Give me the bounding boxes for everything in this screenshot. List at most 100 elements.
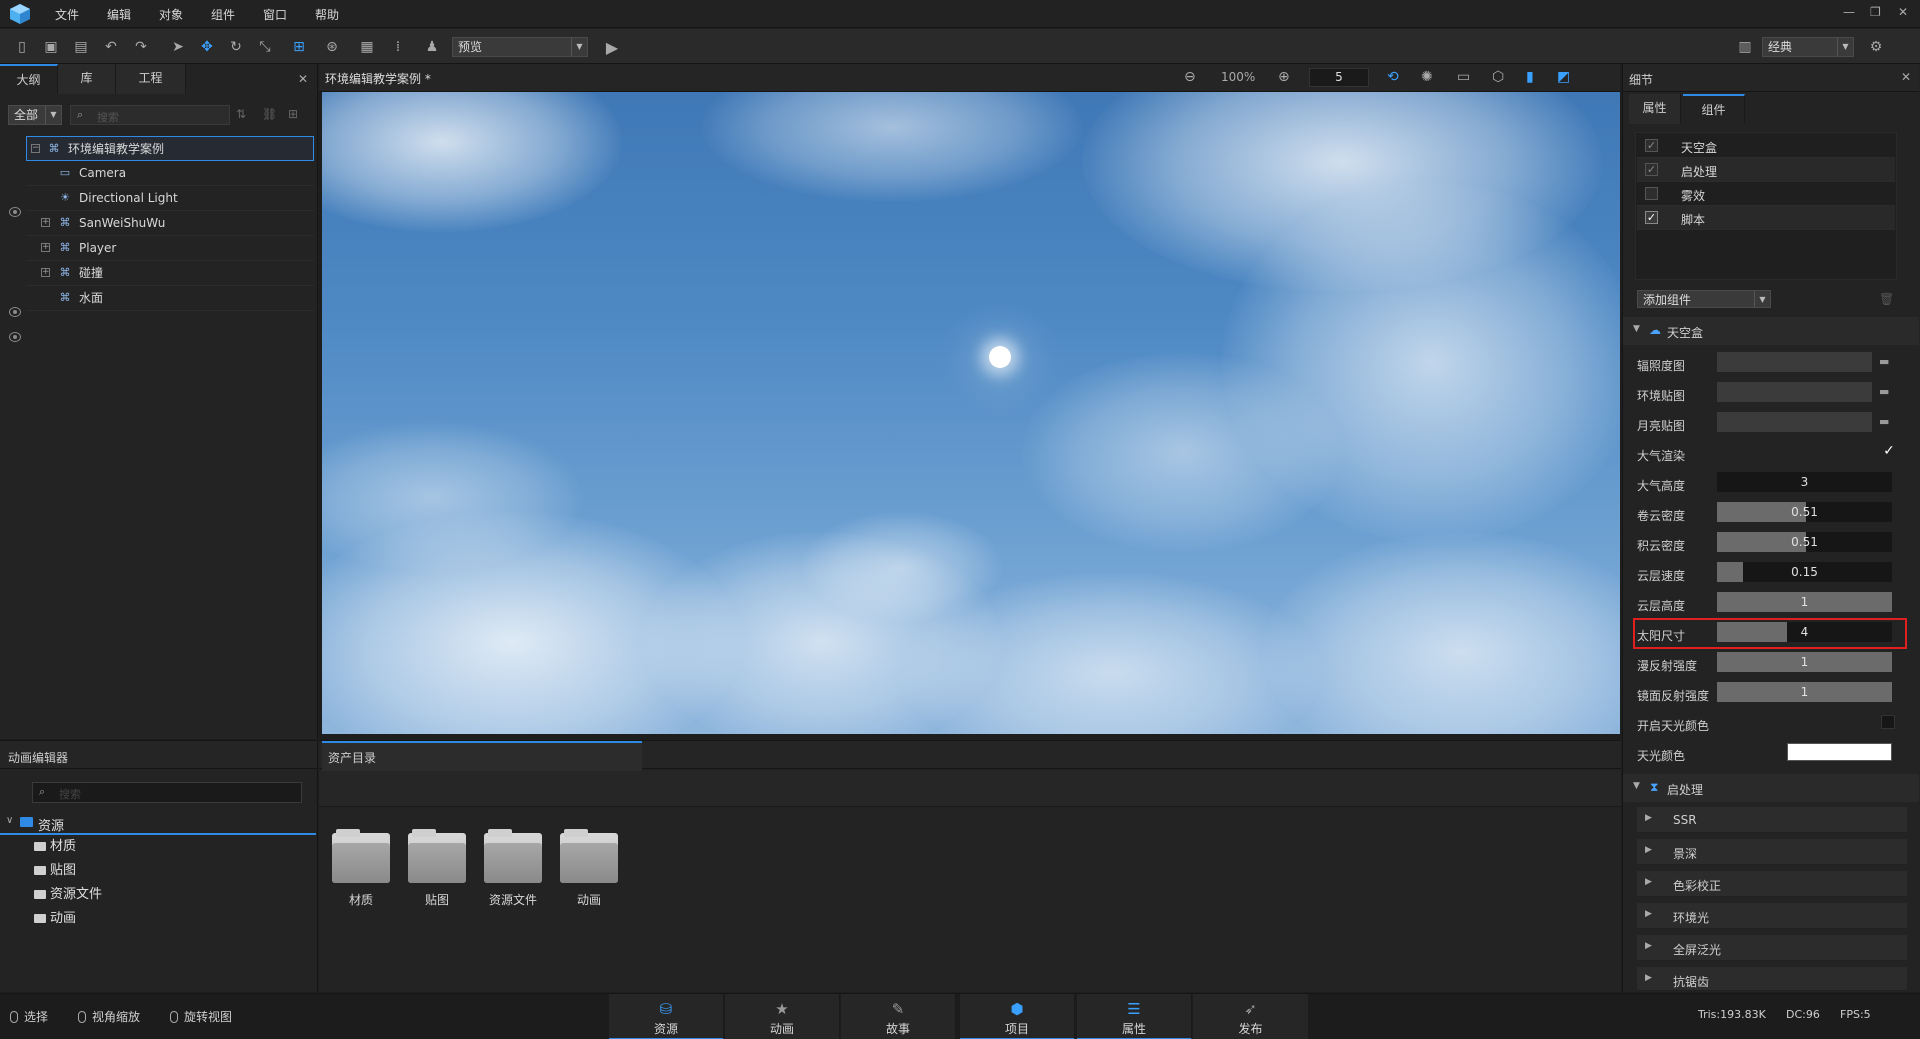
tree-node-root[interactable]: − ⌘ 环境编辑教学案例: [26, 136, 314, 161]
texture-slot[interactable]: [1717, 382, 1872, 402]
slider-field[interactable]: 1: [1717, 592, 1892, 612]
color-swatch[interactable]: [1787, 743, 1892, 761]
collapse-icon[interactable]: −: [31, 144, 40, 153]
visibility-eye-icon[interactable]: [9, 307, 21, 317]
tree-node-camera[interactable]: ▭ Camera: [26, 161, 314, 186]
zoom-in-icon[interactable]: ⊕: [1278, 69, 1290, 85]
asset-tree-item[interactable]: 贴图: [34, 859, 76, 883]
post-item-color-correction[interactable]: ▶ 色彩校正: [1637, 871, 1907, 897]
checkbox-icon[interactable]: [1881, 715, 1895, 729]
asset-folder[interactable]: 贴图: [407, 829, 467, 908]
section-skybox-header[interactable]: ▼ ☁ 天空盒: [1623, 317, 1919, 345]
menu-component[interactable]: 组件: [211, 6, 235, 23]
module-tab-publish[interactable]: ➶ 发布: [1193, 994, 1308, 1039]
tab-properties[interactable]: 属性: [1629, 94, 1681, 124]
module-tab-resources[interactable]: ⛁ 资源: [609, 994, 724, 1039]
redo-icon[interactable]: ↷: [131, 37, 151, 57]
folder-icon[interactable]: ▬: [1879, 355, 1889, 368]
component-row-post[interactable]: ✓ 启处理: [1637, 158, 1895, 182]
close-panel-icon[interactable]: ✕: [1901, 70, 1911, 84]
sort-icon[interactable]: ⇅: [236, 107, 246, 121]
visibility-eye-icon[interactable]: [9, 207, 21, 217]
folder-icon[interactable]: ▬: [1879, 385, 1889, 398]
link-icon[interactable]: ⛓: [262, 107, 277, 121]
undo-icon[interactable]: ↶: [101, 37, 121, 57]
visibility-eye-icon[interactable]: [9, 332, 21, 342]
layout-icon[interactable]: ▥: [1735, 37, 1755, 57]
settings-icon[interactable]: ⚙: [1866, 37, 1886, 57]
add-node-icon[interactable]: ⊞: [288, 107, 298, 121]
component-row-fog[interactable]: 雾效: [1637, 182, 1895, 206]
texture-slot[interactable]: [1717, 412, 1872, 432]
layout-select[interactable]: 经典 ▼: [1762, 37, 1854, 57]
outline-filter-select[interactable]: 全部 ▼: [8, 105, 62, 125]
post-item-bloom[interactable]: ▶ 全屏泛光: [1637, 935, 1907, 961]
cube-view-icon[interactable]: ⬡: [1492, 69, 1504, 85]
perspective-icon[interactable]: ▮: [1526, 69, 1534, 85]
slider-field[interactable]: 1: [1717, 682, 1892, 702]
gizmo-icon[interactable]: ⟲: [1387, 69, 1399, 85]
menu-edit[interactable]: 编辑: [107, 6, 131, 23]
module-tab-project[interactable]: ⬢ 项目: [960, 994, 1075, 1039]
snap-tool-icon[interactable]: ⊞: [289, 37, 309, 57]
save-icon[interactable]: ▣: [41, 37, 61, 57]
zoom-out-icon[interactable]: ⊖: [1184, 69, 1196, 85]
checkbox-icon[interactable]: ✓: [1645, 163, 1658, 176]
tab-components[interactable]: 组件: [1683, 94, 1745, 124]
post-item-ssr[interactable]: ▶ SSR: [1637, 807, 1907, 833]
delete-icon[interactable]: 🗑: [1879, 292, 1894, 306]
asset-folder[interactable]: 资源文件: [483, 829, 543, 908]
tab-asset-directory[interactable]: 资产目录: [322, 741, 642, 771]
camera-speed-field[interactable]: 5: [1309, 68, 1369, 87]
menu-help[interactable]: 帮助: [315, 6, 339, 23]
effects-icon[interactable]: ✺: [1421, 69, 1433, 85]
outline-search-box[interactable]: ⌕ 搜索: [70, 105, 230, 125]
close-panel-icon[interactable]: ✕: [298, 72, 308, 86]
slider-field[interactable]: 0.15: [1717, 562, 1892, 582]
module-tab-properties[interactable]: ☰ 属性: [1077, 994, 1192, 1039]
asset-tree-root[interactable]: ∨ 资源: [0, 811, 316, 835]
checkbox-icon[interactable]: ✓: [1645, 211, 1658, 224]
module-tab-animation[interactable]: ★ 动画: [725, 994, 840, 1039]
post-item-dof[interactable]: ▶ 景深: [1637, 839, 1907, 865]
minimize-icon[interactable]: —: [1843, 5, 1855, 19]
render-mode-icon[interactable]: ◩: [1557, 69, 1570, 85]
player-icon[interactable]: ♟: [422, 37, 442, 57]
tree-node-water[interactable]: ⌘ 水面: [26, 286, 314, 311]
checkbox-checked-icon[interactable]: ✓: [1881, 443, 1897, 459]
anim-search-box[interactable]: ⌕ 搜索: [32, 782, 302, 803]
new-file-icon[interactable]: ▯: [12, 37, 32, 57]
component-row-script[interactable]: ✓ 脚本: [1637, 206, 1895, 230]
tree-node-directional-light[interactable]: ☀ Directional Light: [26, 186, 314, 211]
save-all-icon[interactable]: ▤: [71, 37, 91, 57]
restore-icon[interactable]: ❐: [1870, 5, 1881, 19]
asset-tree-item[interactable]: 资源文件: [34, 883, 102, 907]
checkbox-icon[interactable]: [1645, 187, 1658, 200]
asset-tree-item[interactable]: 材质: [34, 835, 76, 859]
slider-field[interactable]: 4: [1717, 622, 1892, 642]
dot-grid-icon[interactable]: ⁞: [388, 37, 408, 57]
post-item-antialias[interactable]: ▶ 抗锯齿: [1637, 967, 1907, 991]
play-icon[interactable]: ▶: [602, 37, 622, 57]
expand-icon[interactable]: +: [41, 243, 50, 252]
select-tool-icon[interactable]: ➤: [168, 37, 188, 57]
move-tool-icon[interactable]: ✥: [197, 37, 217, 57]
slider-field[interactable]: 0.51: [1717, 502, 1892, 522]
status-tool-select[interactable]: 选择: [10, 1008, 48, 1025]
rotate-tool-icon[interactable]: ↻: [226, 37, 246, 57]
component-row-skybox[interactable]: ✓ 天空盒: [1637, 134, 1895, 158]
post-item-ambient[interactable]: ▶ 环境光: [1637, 903, 1907, 929]
tree-node-sanweishuwu[interactable]: + ⌘ SanWeiShuWu: [26, 211, 314, 236]
tab-library[interactable]: 库: [58, 64, 116, 94]
scene-viewport[interactable]: [322, 92, 1620, 734]
menu-file[interactable]: 文件: [55, 6, 79, 23]
folder-icon[interactable]: ▬: [1879, 415, 1889, 428]
number-field[interactable]: 3: [1717, 472, 1892, 492]
menu-window[interactable]: 窗口: [263, 6, 287, 23]
camera-view-icon[interactable]: ▭: [1457, 69, 1470, 85]
tab-project[interactable]: 工程: [116, 64, 186, 94]
asset-folder[interactable]: 材质: [331, 829, 391, 908]
add-component-select[interactable]: 添加组件 ▼: [1637, 290, 1771, 308]
section-post-header[interactable]: ▼ ⧗ 启处理: [1623, 774, 1919, 802]
status-tool-zoom[interactable]: 视角缩放: [78, 1008, 140, 1025]
